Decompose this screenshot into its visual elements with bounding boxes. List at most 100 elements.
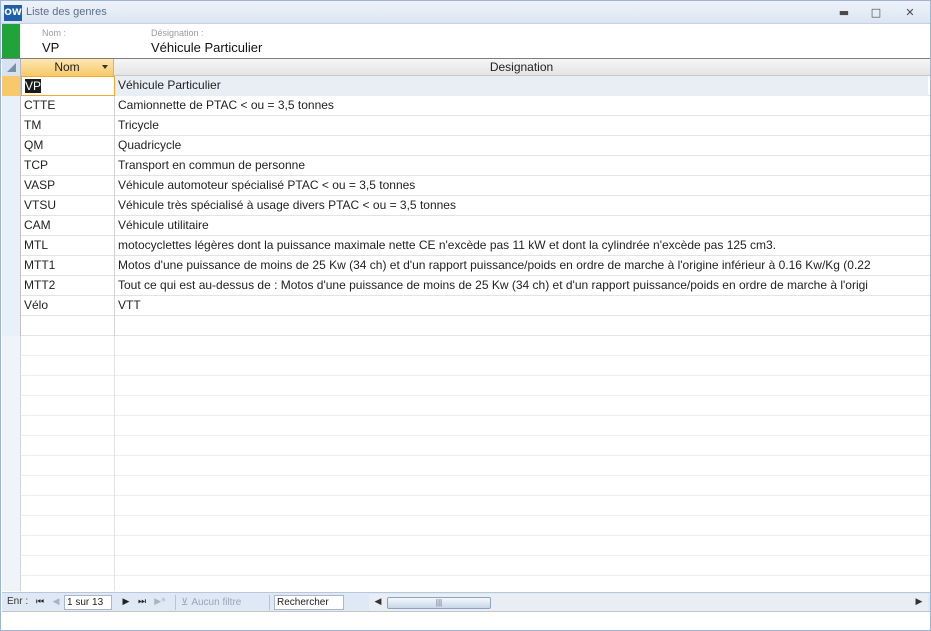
row-selector (2, 576, 21, 591)
designation-value: Véhicule Particulier (151, 40, 263, 55)
table-row[interactable]: QM Quadricycle (2, 136, 930, 156)
row-selector[interactable] (2, 136, 21, 156)
cell-nom[interactable]: CAM (21, 216, 115, 236)
record-navigation-bar: Enr : ⏮ ◀ 1 sur 13 ▶ ⏭ ▶* ⊻ Aucun filtre … (2, 592, 930, 611)
empty-row (2, 496, 930, 516)
row-selector[interactable] (2, 316, 21, 336)
dropdown-arrow-icon[interactable] (102, 65, 108, 69)
cell-nom[interactable]: MTL (21, 236, 115, 256)
row-selector[interactable] (2, 256, 21, 276)
table-row[interactable]: VTSU Véhicule très spécialisé à usage div… (2, 196, 930, 216)
row-selector[interactable] (2, 296, 21, 316)
row-selector[interactable] (2, 176, 21, 196)
cell-designation[interactable]: motocyclettes légères dont la puissance … (115, 236, 928, 256)
row-selector[interactable] (2, 196, 21, 216)
title-bar: OW Liste des genres ▬ □ ✕ (1, 1, 930, 24)
nom-label: Nom : (42, 28, 67, 38)
cell-designation[interactable]: Motos d'une puissance de moins de 25 Kw … (115, 256, 928, 276)
column-header-nom[interactable]: Nom (21, 59, 114, 76)
cell-nom[interactable] (21, 316, 115, 336)
table-row[interactable]: TCP Transport en commun de personne (2, 156, 930, 176)
cell-designation[interactable]: Quadricycle (115, 136, 928, 156)
cell-nom[interactable]: QM (21, 136, 115, 156)
row-selector[interactable] (2, 76, 21, 96)
maximize-button[interactable]: □ (863, 4, 889, 21)
table-row[interactable]: VP Véhicule Particulier (2, 76, 930, 96)
cell-nom (21, 496, 115, 516)
record-selector-bar[interactable] (2, 24, 20, 58)
table-row[interactable]: CAM Véhicule utilitaire (2, 216, 930, 236)
table-row[interactable]: VASP Véhicule automoteur spécialisé PTAC … (2, 176, 930, 196)
cell-nom-text: VTSU (24, 198, 57, 212)
grid-rows: VP Véhicule Particulier CTTE Camionnette de… (2, 76, 930, 591)
select-all-button[interactable] (2, 59, 21, 76)
cell-nom-text: MTT2 (24, 278, 56, 292)
cell-nom[interactable]: VASP (21, 176, 115, 196)
cell-nom[interactable]: VTSU (21, 196, 115, 216)
table-row[interactable]: MTL motocyclettes légères dont la puissan… (2, 236, 930, 256)
scroll-left-icon[interactable]: ◀ (371, 594, 385, 611)
cell-designation[interactable]: VTT (115, 296, 928, 316)
empty-row (2, 476, 930, 496)
record-header: Nom : VP Désignation : Véhicule Particul… (1, 24, 930, 59)
close-button[interactable]: ✕ (897, 4, 923, 21)
cell-nom[interactable]: MTT2 (21, 276, 115, 296)
cell-designation[interactable]: Transport en commun de personne (115, 156, 928, 176)
empty-row (2, 416, 930, 436)
empty-row (2, 356, 930, 376)
search-input[interactable]: Rechercher (274, 595, 344, 610)
previous-record-button[interactable]: ◀ (50, 595, 62, 609)
scroll-thumb[interactable]: ||| (387, 597, 491, 609)
first-record-button[interactable]: ⏮ (34, 595, 46, 609)
horizontal-scrollbar[interactable]: ◀ ||| ▶ (369, 594, 928, 611)
cell-nom (21, 356, 115, 376)
cell-designation[interactable]: Véhicule Particulier (115, 76, 928, 96)
record-position-field[interactable]: 1 sur 13 (64, 595, 112, 610)
cell-nom[interactable]: CTTE (21, 96, 115, 116)
empty-row (2, 516, 930, 536)
row-selector (2, 336, 21, 356)
cell-designation[interactable]: Véhicule automoteur spécialisé PTAC < ou… (115, 176, 928, 196)
cell-nom-text: MTT1 (24, 258, 56, 272)
scroll-right-icon[interactable]: ▶ (912, 594, 926, 611)
minimize-button[interactable]: ▬ (831, 4, 857, 21)
table-row[interactable]: Vélo VTT (2, 296, 930, 316)
cell-nom[interactable]: VP (21, 76, 115, 96)
table-row[interactable]: TM Tricycle (2, 116, 930, 136)
row-selector[interactable] (2, 276, 21, 296)
cell-nom-text: Vélo (24, 298, 49, 312)
empty-row (2, 456, 930, 476)
empty-row (2, 376, 930, 396)
table-row[interactable]: MTT1 Motos d'une puissance de moins de 25… (2, 256, 930, 276)
cell-designation[interactable]: Camionnette de PTAC < ou = 3,5 tonnes (115, 96, 928, 116)
cell-designation[interactable]: Tricycle (115, 116, 928, 136)
cell-designation[interactable] (115, 316, 928, 336)
cell-nom-text: TM (24, 118, 42, 132)
cell-nom[interactable]: Vélo (21, 296, 115, 316)
cell-designation[interactable]: Véhicule très spécialisé à usage divers … (115, 196, 928, 216)
table-row[interactable]: CTTE Camionnette de PTAC < ou = 3,5 tonne… (2, 96, 930, 116)
table-row[interactable] (2, 316, 930, 336)
cell-nom[interactable]: TCP (21, 156, 115, 176)
row-selector[interactable] (2, 156, 21, 176)
last-record-button[interactable]: ⏭ (136, 595, 148, 609)
row-selector (2, 516, 21, 536)
list-window: OW Liste des genres ▬ □ ✕ Nom : VP Désig… (0, 0, 931, 631)
filter-toggle[interactable]: ⊻ Aucun filtre (175, 595, 270, 610)
row-selector[interactable] (2, 236, 21, 256)
next-record-button[interactable]: ▶ (120, 595, 132, 609)
cell-nom[interactable]: MTT1 (21, 256, 115, 276)
column-header-designation[interactable]: Designation (115, 59, 928, 76)
new-record-button[interactable]: ▶* (152, 595, 168, 609)
cell-nom-text: CAM (24, 218, 51, 232)
cell-nom-text: VASP (24, 178, 56, 192)
cell-nom[interactable]: TM (21, 116, 115, 136)
table-row[interactable]: MTT2 Tout ce qui est au-dessus de : Motos… (2, 276, 930, 296)
row-selector[interactable] (2, 216, 21, 236)
cell-designation[interactable]: Tout ce qui est au-dessus de : Motos d'u… (115, 276, 928, 296)
cell-designation[interactable]: Véhicule utilitaire (115, 216, 928, 236)
row-selector[interactable] (2, 96, 21, 116)
empty-row (2, 536, 930, 556)
row-selector[interactable] (2, 116, 21, 136)
cell-nom (21, 376, 115, 396)
